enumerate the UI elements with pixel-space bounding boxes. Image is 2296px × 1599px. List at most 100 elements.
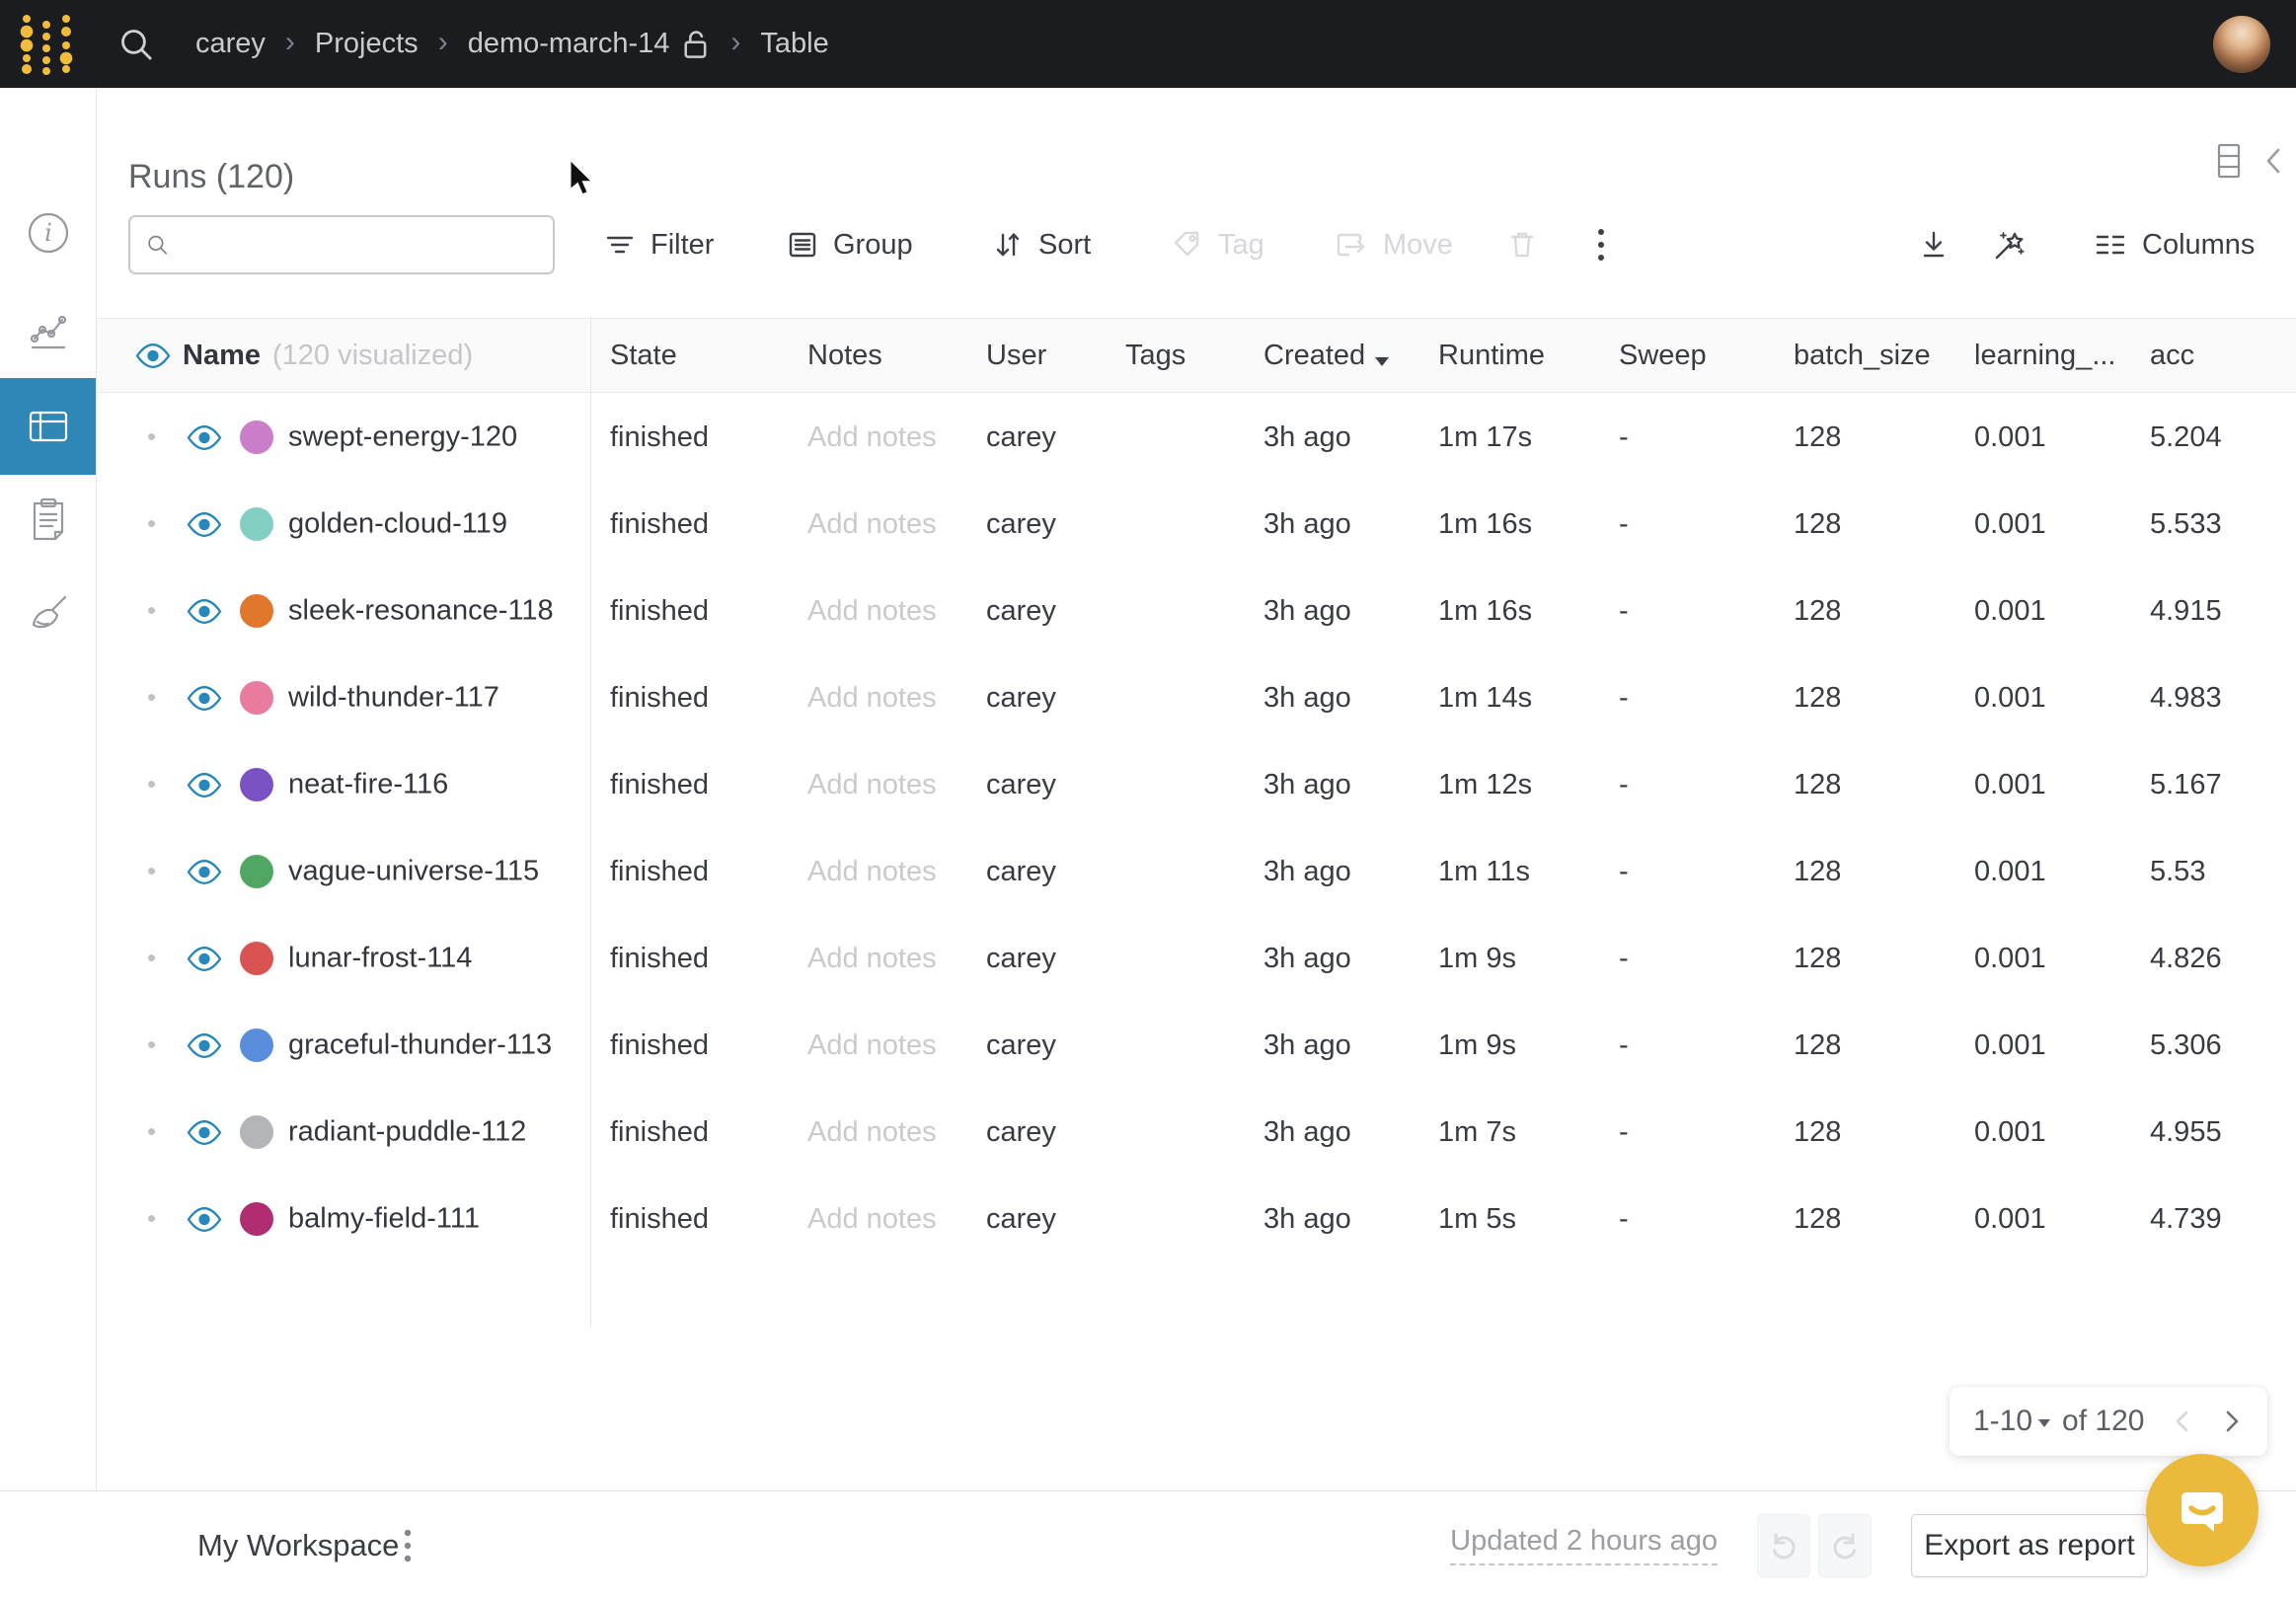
visibility-eye-icon[interactable] (187, 685, 222, 712)
move-button[interactable]: Move (1335, 215, 1453, 274)
drag-handle[interactable] (148, 1215, 155, 1222)
sort-button[interactable]: Sort (992, 215, 1091, 274)
filter-button[interactable]: Filter (604, 215, 714, 274)
tags-column-header[interactable]: Tags (1125, 340, 1263, 372)
drag-handle[interactable] (148, 781, 155, 788)
drag-handle[interactable] (148, 520, 155, 527)
notes-cell[interactable]: Add notes (807, 1116, 986, 1149)
columns-button[interactable]: Columns (2094, 215, 2255, 274)
sweep-column-header[interactable]: Sweep (1619, 340, 1794, 372)
run-name[interactable]: graceful-thunder-113 (288, 1029, 552, 1062)
sidebar-item-table[interactable] (0, 378, 96, 475)
visibility-all-eye-icon[interactable] (135, 343, 171, 369)
notes-cell[interactable]: Add notes (807, 595, 986, 628)
run-name[interactable]: wild-thunder-117 (288, 682, 499, 715)
table-row[interactable]: balmy-field-111 finished Add notes carey… (96, 1176, 2296, 1262)
run-name[interactable]: radiant-puddle-112 (288, 1116, 526, 1149)
drag-handle[interactable] (148, 694, 155, 701)
search-input[interactable] (169, 217, 553, 272)
visibility-eye-icon[interactable] (187, 1206, 222, 1233)
visibility-eye-icon[interactable] (187, 946, 222, 972)
breadcrumb-projects[interactable]: Projects (315, 28, 419, 60)
batch-size-cell: 128 (1794, 595, 1974, 628)
export-report-button[interactable]: Export as report (1911, 1514, 2148, 1577)
sidebar-item-overview[interactable]: i (0, 191, 96, 274)
drag-handle[interactable] (148, 1041, 155, 1048)
chat-fab-button[interactable] (2146, 1454, 2258, 1566)
table-row[interactable]: wild-thunder-117 finished Add notes care… (96, 654, 2296, 741)
download-button[interactable] (1917, 215, 1951, 274)
visibility-eye-icon[interactable] (187, 598, 222, 625)
drag-handle[interactable] (148, 1128, 155, 1135)
notes-cell[interactable]: Add notes (807, 1029, 986, 1062)
drag-handle[interactable] (148, 954, 155, 961)
prev-page-button[interactable] (2171, 1408, 2194, 1435)
group-button[interactable]: Group (787, 215, 913, 274)
user-avatar[interactable] (2213, 16, 2270, 73)
visibility-eye-icon[interactable] (187, 1119, 222, 1146)
visibility-eye-icon[interactable] (187, 511, 222, 538)
breadcrumb-user[interactable]: carey (195, 28, 266, 60)
notes-column-header[interactable]: Notes (807, 340, 986, 372)
run-name[interactable]: swept-energy-120 (288, 421, 517, 454)
drag-handle[interactable] (148, 607, 155, 614)
drag-handle[interactable] (148, 433, 155, 440)
runtime-cell: 1m 5s (1438, 1203, 1619, 1236)
workspace-menu-button[interactable] (403, 1528, 413, 1563)
notes-cell[interactable]: Add notes (807, 682, 986, 715)
table-row[interactable]: graceful-thunder-113 finished Add notes … (96, 1002, 2296, 1089)
sidebar-item-charts[interactable] (0, 288, 96, 371)
table-row[interactable]: swept-energy-120 finished Add notes care… (96, 394, 2296, 481)
table-row[interactable]: vague-universe-115 finished Add notes ca… (96, 828, 2296, 915)
table-row[interactable]: neat-fire-116 finished Add notes carey 3… (96, 741, 2296, 828)
runs-search[interactable] (128, 215, 555, 274)
runtime-column-header[interactable]: Runtime (1438, 340, 1619, 372)
magic-wand-button[interactable] (1991, 215, 2028, 274)
wandb-logo[interactable] (16, 12, 79, 77)
created-column-header[interactable]: Created (1263, 340, 1438, 372)
last-updated-label[interactable]: Updated 2 hours ago (1450, 1525, 1718, 1565)
sidebar-item-sweeps[interactable] (0, 572, 96, 655)
learning-rate-column-header[interactable]: learning_... (1974, 340, 2150, 372)
topbar-search-icon[interactable] (116, 25, 156, 64)
table-row[interactable]: sleek-resonance-118 finished Add notes c… (96, 568, 2296, 654)
redo-button[interactable] (1818, 1514, 1872, 1577)
notes-cell[interactable]: Add notes (807, 856, 986, 888)
run-name[interactable]: sleek-resonance-118 (288, 595, 554, 628)
run-name[interactable]: lunar-frost-114 (288, 943, 472, 975)
next-page-button[interactable] (2220, 1408, 2244, 1435)
notes-cell[interactable]: Add notes (807, 1203, 986, 1236)
visibility-eye-icon[interactable] (187, 1032, 222, 1059)
batch-size-column-header[interactable]: batch_size (1794, 340, 1974, 372)
acc-column-header[interactable]: acc (2150, 340, 2296, 372)
visibility-eye-icon[interactable] (187, 772, 222, 799)
table-row[interactable]: golden-cloud-119 finished Add notes care… (96, 481, 2296, 568)
notes-cell[interactable]: Add notes (807, 769, 986, 801)
run-name[interactable]: balmy-field-111 (288, 1203, 480, 1236)
notes-cell[interactable]: Add notes (807, 508, 986, 541)
breadcrumb-page[interactable]: Table (760, 28, 828, 60)
run-name[interactable]: neat-fire-116 (288, 769, 448, 801)
page-range-dropdown[interactable]: 1-10 (1973, 1405, 2050, 1438)
delete-button[interactable] (1507, 215, 1537, 274)
more-actions-button[interactable] (1596, 215, 1606, 274)
run-name[interactable]: vague-universe-115 (288, 856, 539, 888)
collapse-chevron-icon[interactable] (2261, 144, 2285, 178)
name-column-header[interactable]: Name (183, 340, 261, 372)
workspace-selector[interactable]: My Workspace (197, 1528, 399, 1563)
panel-layout-icon[interactable] (2216, 142, 2242, 180)
state-column-header[interactable]: State (590, 340, 807, 372)
notes-cell[interactable]: Add notes (807, 943, 986, 975)
tag-button[interactable]: Tag (1172, 215, 1264, 274)
user-column-header[interactable]: User (986, 340, 1125, 372)
table-row[interactable]: radiant-puddle-112 finished Add notes ca… (96, 1089, 2296, 1176)
breadcrumb-project[interactable]: demo-march-14 (468, 28, 712, 60)
undo-button[interactable] (1757, 1514, 1810, 1577)
visibility-eye-icon[interactable] (187, 859, 222, 885)
table-row[interactable]: lunar-frost-114 finished Add notes carey… (96, 915, 2296, 1002)
visibility-eye-icon[interactable] (187, 424, 222, 451)
drag-handle[interactable] (148, 868, 155, 875)
sidebar-item-notes[interactable] (0, 478, 96, 561)
run-name[interactable]: golden-cloud-119 (288, 508, 507, 541)
notes-cell[interactable]: Add notes (807, 421, 986, 454)
